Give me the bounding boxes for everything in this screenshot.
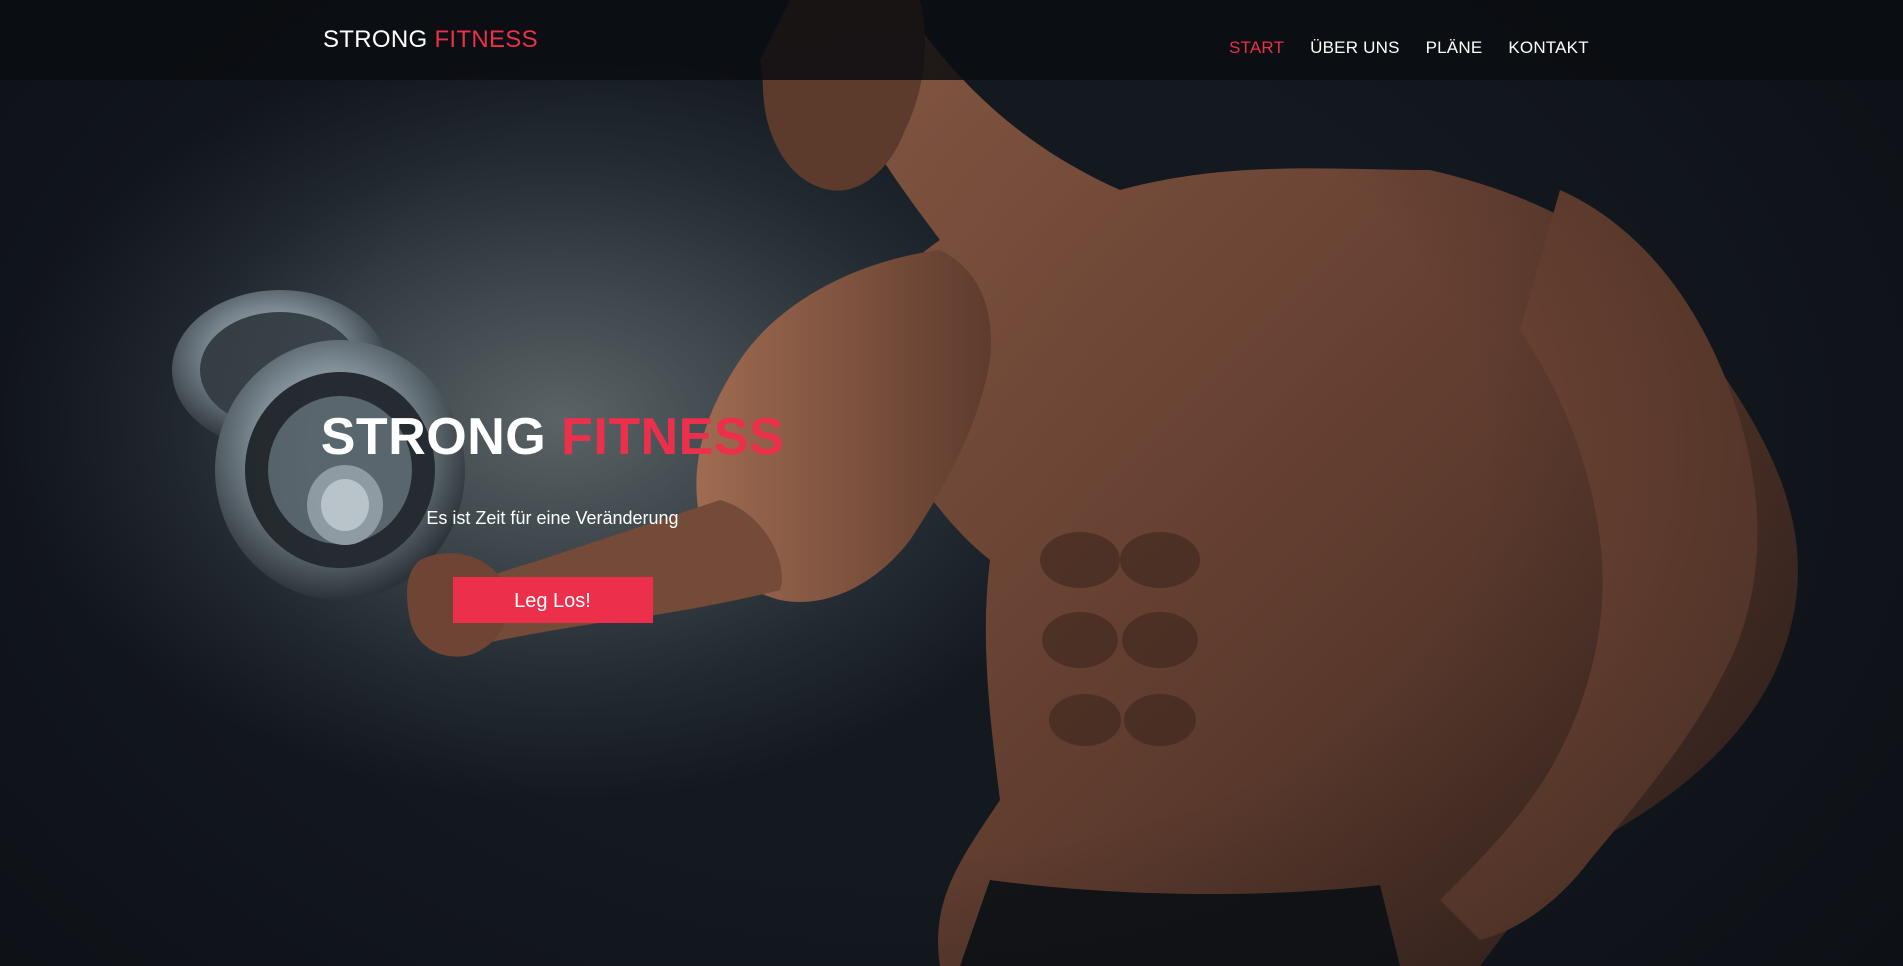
nav-item-plaene[interactable]: PLÄNE xyxy=(1426,38,1483,58)
nav-item-ueber-uns[interactable]: ÜBER UNS xyxy=(1310,38,1399,58)
main-nav: START ÜBER UNS PLÄNE KONTAKT xyxy=(1229,38,1589,58)
brand-logo[interactable]: STRONG FITNESS xyxy=(323,26,538,54)
brand-logo-part2: FITNESS xyxy=(434,26,538,53)
hero-title-part1: STRONG xyxy=(320,408,547,466)
hero-title-part2: FITNESS xyxy=(561,408,785,466)
hero-section: STRONG FITNESS START ÜBER UNS PLÄNE KONT… xyxy=(0,0,1903,966)
top-navbar: STRONG FITNESS START ÜBER UNS PLÄNE KONT… xyxy=(0,0,1903,80)
hero-title: STRONG FITNESS xyxy=(280,405,825,469)
nav-item-start[interactable]: START xyxy=(1229,38,1284,58)
brand-logo-part1: STRONG xyxy=(323,26,428,53)
nav-item-kontakt[interactable]: KONTAKT xyxy=(1508,38,1588,58)
hero-content: STRONG FITNESS Es ist Zeit für eine Verä… xyxy=(280,405,825,623)
leg-los-button[interactable]: Leg Los! xyxy=(452,577,653,623)
hero-subtitle: Es ist Zeit für eine Veränderung xyxy=(426,508,679,528)
